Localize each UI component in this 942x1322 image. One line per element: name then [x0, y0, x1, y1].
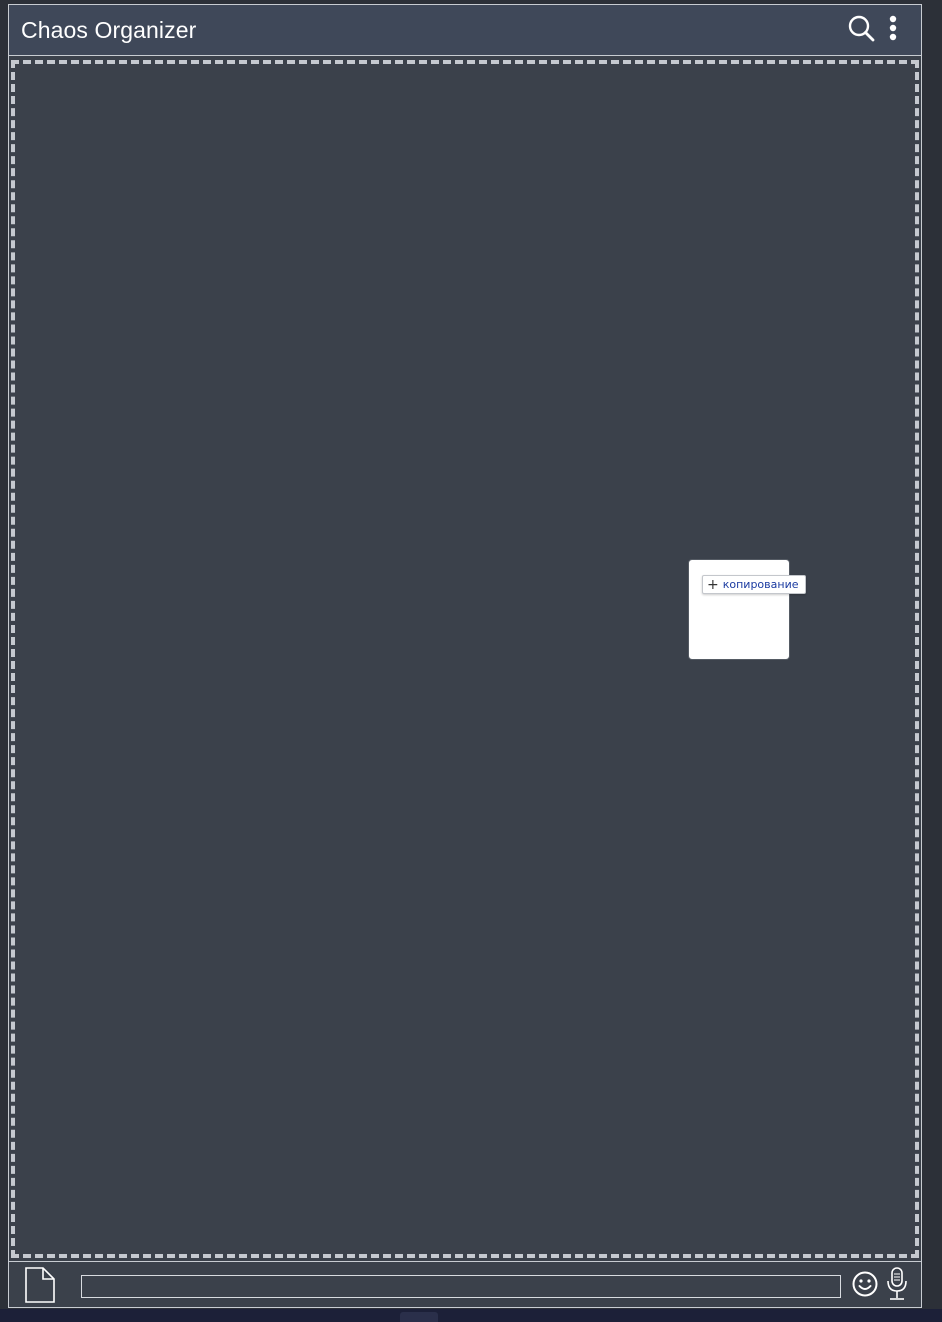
smiley-icon: [852, 1271, 878, 1297]
menu-button[interactable]: [883, 13, 903, 45]
os-taskbar: [0, 1309, 942, 1322]
message-bar: [9, 1261, 921, 1307]
search-button[interactable]: [847, 13, 877, 45]
attach-file-button[interactable]: [23, 1266, 57, 1304]
microphone-button[interactable]: [884, 1266, 910, 1302]
search-icon: [848, 15, 875, 42]
file-icon: [25, 1267, 55, 1303]
app-title: Chaos Organizer: [21, 17, 197, 43]
message-input[interactable]: [81, 1275, 841, 1298]
emoji-button[interactable]: [851, 1270, 879, 1298]
copy-label: копирование: [722, 578, 799, 591]
plus-icon: +: [707, 576, 719, 593]
more-vertical-icon: [889, 15, 897, 41]
copy-drop-indicator: + копирование: [702, 575, 806, 594]
taskbar-item[interactable]: [400, 1312, 438, 1322]
microphone-icon: [887, 1267, 907, 1300]
app-header: Chaos Organizer: [9, 5, 921, 56]
